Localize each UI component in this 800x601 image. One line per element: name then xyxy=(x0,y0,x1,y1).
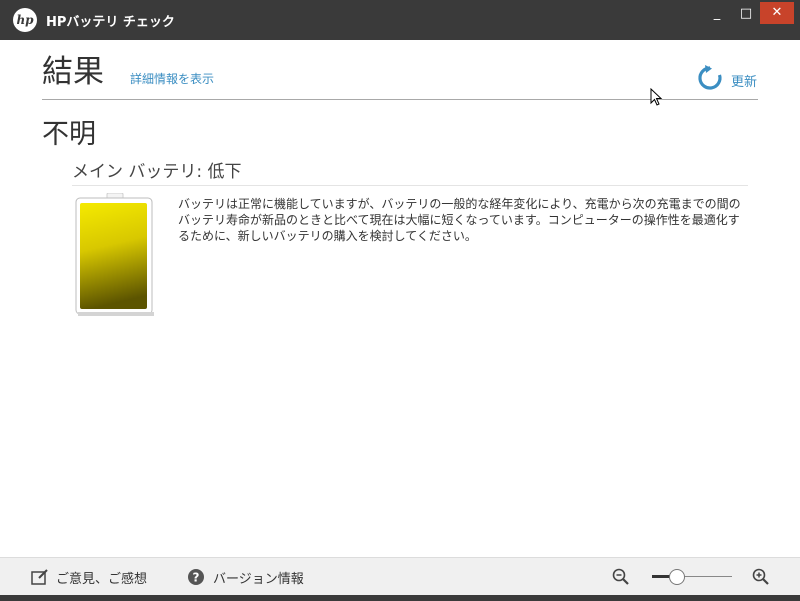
version-label: バージョン情報 xyxy=(213,572,304,587)
window-title: HPバッテリ チェック xyxy=(46,15,175,30)
hp-logo: hp xyxy=(13,8,37,32)
page-title: 結果 xyxy=(42,54,104,90)
zoom-slider-thumb[interactable] xyxy=(669,569,685,585)
battery-status: 不明 xyxy=(42,119,96,150)
title-bar[interactable]: hp HPバッテリ チェック _ □ ✕ xyxy=(0,0,800,40)
zoom-slider-track xyxy=(678,576,732,577)
refresh-label: 更新 xyxy=(731,75,758,90)
battery-description: バッテリは正常に機能していますが、バッテリの一般的な経年変化により、充電から次の… xyxy=(178,197,741,243)
close-button[interactable]: ✕ xyxy=(760,2,794,24)
maximize-button[interactable]: □ xyxy=(732,2,760,26)
zoom-in-icon[interactable] xyxy=(751,567,771,587)
show-details-link[interactable]: 詳細情報を表示 xyxy=(130,70,214,87)
zoom-out-icon[interactable] xyxy=(611,567,631,587)
zoom-slider[interactable] xyxy=(650,567,734,587)
app-window: hp HPバッテリ チェック _ □ ✕ 結果 詳細情報を表示 更新 不明 メイ… xyxy=(0,0,800,601)
svg-text:?: ? xyxy=(193,571,200,585)
mouse-cursor-icon xyxy=(650,88,663,106)
footer-bar: ご意見、ご感想 ? バージョン情報 xyxy=(0,557,800,596)
battery-icon xyxy=(75,193,154,316)
help-icon: ? xyxy=(188,569,204,585)
edit-icon xyxy=(31,569,48,585)
refresh-button[interactable]: 更新 xyxy=(696,64,760,94)
window-bottom-border xyxy=(0,595,800,601)
minimize-button[interactable]: _ xyxy=(703,2,731,26)
refresh-icon xyxy=(698,65,722,90)
feedback-label: ご意見、ご感想 xyxy=(56,572,148,587)
section-divider xyxy=(72,185,748,186)
battery-heading: メイン バッテリ: 低下 xyxy=(72,162,242,182)
